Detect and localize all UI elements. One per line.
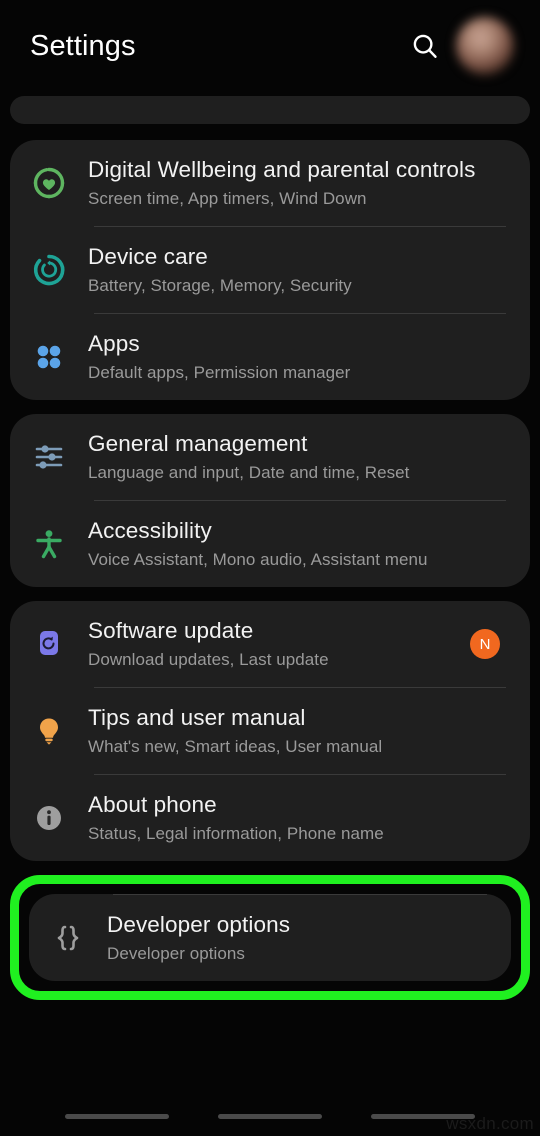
system-navigation-bar [0, 1096, 540, 1136]
search-icon[interactable] [408, 29, 442, 63]
settings-group-developer: Developer options Developer options [29, 894, 511, 981]
settings-row-digital-wellbeing[interactable]: Digital Wellbeing and parental controls … [10, 140, 530, 226]
software-update-icon [10, 618, 88, 670]
settings-row-title: About phone [88, 792, 217, 817]
settings-row-title: Tips and user manual [88, 705, 306, 730]
settings-row-title: Software update [88, 618, 254, 643]
sliders-icon [10, 431, 88, 483]
settings-row-subtitle: Language and input, Date and time, Reset [88, 463, 410, 482]
recents-button[interactable] [64, 1113, 169, 1119]
settings-row-text: Accessibility Voice Assistant, Mono audi… [88, 516, 508, 572]
settings-row-developer-options[interactable]: Developer options Developer options [29, 895, 511, 981]
settings-row-subtitle: Developer options [107, 944, 245, 963]
curly-braces-icon [29, 912, 107, 964]
settings-row-title: Apps [88, 331, 140, 356]
settings-group-2: General management Language and input, D… [10, 414, 530, 587]
settings-list[interactable]: Digital Wellbeing and parental controls … [0, 96, 540, 861]
settings-group-1: Digital Wellbeing and parental controls … [10, 140, 530, 400]
settings-row-text: Apps Default apps, Permission manager [88, 329, 508, 385]
digital-wellbeing-icon [10, 157, 88, 209]
accessibility-icon [10, 518, 88, 570]
settings-row-title: Developer options [107, 912, 291, 937]
settings-row-apps[interactable]: Apps Default apps, Permission manager [10, 314, 530, 400]
settings-row-general-management[interactable]: General management Language and input, D… [10, 414, 530, 500]
clipped-card-above [10, 96, 530, 124]
settings-row-subtitle: Status, Legal information, Phone name [88, 824, 384, 843]
settings-row-about-phone[interactable]: About phone Status, Legal information, P… [10, 775, 530, 861]
back-button[interactable] [371, 1113, 476, 1119]
highlight-annotation: Developer options Developer options [10, 875, 530, 1000]
settings-row-text: Digital Wellbeing and parental controls … [88, 155, 508, 211]
app-header: Settings [0, 0, 540, 92]
settings-row-title: Digital Wellbeing and parental controls [88, 157, 476, 182]
settings-row-accessibility[interactable]: Accessibility Voice Assistant, Mono audi… [10, 501, 530, 587]
status-badge: N [470, 629, 500, 659]
settings-row-subtitle: Voice Assistant, Mono audio, Assistant m… [88, 550, 428, 569]
settings-row-text: Device care Battery, Storage, Memory, Se… [88, 242, 508, 298]
settings-row-text: About phone Status, Legal information, P… [88, 790, 508, 846]
settings-row-tips[interactable]: Tips and user manual What's new, Smart i… [10, 688, 530, 774]
settings-group-3: Software update Download updates, Last u… [10, 601, 530, 861]
settings-row-text: General management Language and input, D… [88, 429, 508, 485]
settings-row-subtitle: What's new, Smart ideas, User manual [88, 737, 383, 756]
settings-row-subtitle: Battery, Storage, Memory, Security [88, 276, 352, 295]
settings-row-title: General management [88, 431, 308, 456]
settings-row-text: Software update Download updates, Last u… [88, 616, 462, 672]
page-title: Settings [30, 29, 136, 62]
badge-slot: N [462, 629, 508, 659]
avatar[interactable] [456, 17, 514, 75]
settings-row-device-care[interactable]: Device care Battery, Storage, Memory, Se… [10, 227, 530, 313]
apps-icon [10, 331, 88, 383]
settings-row-subtitle: Default apps, Permission manager [88, 363, 351, 382]
settings-row-text: Developer options Developer options [107, 910, 489, 966]
info-icon [10, 792, 88, 844]
settings-row-title: Device care [88, 244, 208, 269]
settings-row-text: Tips and user manual What's new, Smart i… [88, 703, 508, 759]
settings-row-subtitle: Screen time, App timers, Wind Down [88, 189, 367, 208]
settings-row-title: Accessibility [88, 518, 212, 543]
settings-row-software-update[interactable]: Software update Download updates, Last u… [10, 601, 530, 687]
settings-screen: Settings Digital Wellbeing and parental … [0, 0, 540, 1136]
header-actions [408, 17, 514, 75]
lightbulb-icon [10, 705, 88, 757]
device-care-icon [10, 244, 88, 296]
home-button[interactable] [217, 1113, 322, 1119]
settings-row-subtitle: Download updates, Last update [88, 650, 329, 669]
